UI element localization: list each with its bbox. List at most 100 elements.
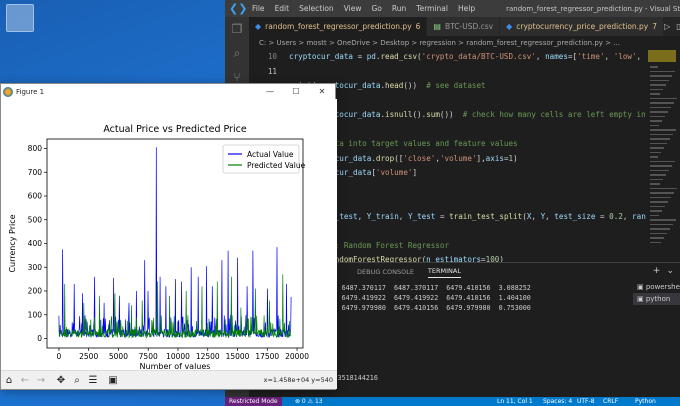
minimap-line — [650, 201, 668, 203]
language-mode[interactable]: Python — [635, 397, 656, 406]
indentation[interactable]: Spaces: 4 — [543, 397, 572, 406]
menu-item-run[interactable]: Run — [392, 4, 406, 13]
tab-random-forest[interactable]: ◆ random_forest_regressor_prediction.py … — [249, 17, 428, 36]
x-tick-label: 0 — [57, 352, 62, 361]
minimap-line — [650, 241, 661, 243]
menu-item-selection[interactable]: Selection — [299, 4, 334, 13]
restricted-mode-badge[interactable]: Restricted Mode — [225, 397, 282, 406]
minimap-line — [650, 205, 665, 207]
x-axis-label: Number of values — [140, 362, 211, 370]
tab-terminal[interactable]: TERMINAL — [427, 267, 461, 278]
figure-toolbar: ⌂ ← → ✥ ⌕ ☰ ▣ x=1.458e+04 y=540 — [1, 370, 337, 389]
y-tick-label: 100 — [28, 310, 43, 319]
recycle-bin-icon[interactable] — [6, 4, 34, 32]
forward-icon[interactable]: → — [33, 372, 49, 388]
x-tick-label: 7500 — [139, 352, 158, 361]
menu-item-go[interactable]: Go — [371, 4, 381, 13]
python-file-icon: ◆ — [506, 22, 513, 31]
minimize-icon[interactable]: — — [257, 87, 283, 96]
y-tick-label: 400 — [28, 239, 43, 248]
code-text: cryptocur_data = pd.read_csv('crypto_dat… — [289, 52, 668, 61]
minimap-line — [650, 196, 671, 198]
tab-crypto-prediction[interactable]: ◆ cryptocurrency_price_prediction.py 7 — [500, 17, 665, 36]
chevron-down-icon[interactable]: ⌄ — [666, 266, 674, 276]
minimap-line — [650, 88, 663, 90]
code-line[interactable]: 11 — [249, 65, 668, 80]
terminal-item-python[interactable]: ▣ python — [633, 293, 680, 305]
minimap-line — [650, 214, 659, 216]
legend-label: Predicted Value — [247, 161, 306, 170]
minimap-line — [650, 223, 673, 225]
y-tick-label: 0 — [37, 334, 42, 343]
y-tick-label: 200 — [28, 287, 43, 296]
minimap-line — [650, 66, 658, 68]
line-endings[interactable]: CRLF — [603, 397, 618, 406]
menu-item-edit[interactable]: Edit — [275, 4, 290, 13]
cursor-position[interactable]: Ln 11, Col 1 — [497, 397, 533, 406]
y-tick-label: 700 — [28, 168, 43, 177]
problems-indicator[interactable]: ⊗ 0 ⚠ 13 — [295, 397, 323, 406]
search-icon[interactable]: ⌕ — [225, 41, 249, 65]
breadcrumb[interactable]: C: > Users > mostt > OneDrive > Desktop … — [249, 36, 680, 50]
csv-file-icon: ▤ — [433, 22, 441, 31]
home-icon[interactable]: ⌂ — [1, 372, 17, 388]
matplotlib-logo-icon — [3, 86, 13, 97]
y-tick-label: 300 — [28, 263, 43, 272]
terminal-item-powershell[interactable]: ▣ powershe — [633, 281, 680, 293]
tab-debug-console[interactable]: DEBUG CONSOLE — [357, 268, 414, 276]
figure-titlebar: Figure 1 — ☐ ✕ — [1, 84, 335, 99]
chart-canvas[interactable]: 0 2500 5000 7500 10000 12500 15000 17500 20000 0 1… — [1, 99, 337, 370]
x-tick-label: 15000 — [226, 352, 250, 361]
minimap-line — [650, 187, 677, 189]
encoding[interactable]: UTF-8 — [577, 397, 595, 406]
tab-btc-csv[interactable]: ▤ BTC-USD.csv — [427, 17, 501, 36]
minimap-line — [650, 133, 673, 135]
terminal-icon: ▣ — [637, 295, 646, 303]
maximize-icon[interactable]: ☐ — [283, 87, 309, 96]
save-icon[interactable]: ▣ — [105, 372, 121, 388]
minimap-line — [650, 124, 659, 126]
minimap-line — [650, 192, 674, 194]
panel-actions: + ⌄ — [653, 266, 674, 276]
vscode-logo-icon: ❮❯ — [229, 1, 248, 15]
minimap-line — [650, 178, 663, 180]
cursor-coordinates: x=1.458e+04 y=540 — [263, 376, 333, 384]
minimap-line — [650, 160, 675, 162]
line-number: 10 — [267, 52, 277, 61]
minimap-line — [650, 174, 666, 176]
close-icon[interactable]: ✕ — [309, 87, 335, 96]
zoom-icon[interactable]: ⌕ — [69, 372, 85, 388]
minimap-line — [650, 142, 667, 144]
minimap-line — [650, 169, 669, 171]
split-editor-icon[interactable]: ◫ — [676, 22, 680, 31]
terminal-item-label: powershe — [645, 283, 680, 291]
minimap-line — [650, 120, 662, 122]
menu-item-terminal[interactable]: Terminal — [416, 4, 448, 13]
new-terminal-icon[interactable]: + — [653, 266, 661, 276]
terminal-icon: ▣ — [637, 283, 646, 291]
terminal-item-label: python — [645, 295, 671, 303]
menu-item-file[interactable]: File — [252, 4, 265, 13]
tab-label: random_forest_regressor_prediction.py — [265, 22, 412, 31]
y-tick-label: 500 — [28, 215, 43, 224]
tab-badge: 6 — [415, 22, 421, 31]
vscode-window-title: random_forest_regressor_prediction.py - … — [506, 4, 680, 13]
menu-item-help[interactable]: Help — [458, 4, 475, 13]
run-icon[interactable]: ▷ — [664, 22, 670, 31]
minimap-line — [650, 165, 672, 167]
minimap-line — [650, 151, 661, 153]
minimap[interactable] — [646, 50, 680, 262]
x-tick-label: 17500 — [255, 352, 279, 361]
menu-item-view[interactable]: View — [344, 4, 362, 13]
x-tick-label: 10000 — [166, 352, 190, 361]
line-number: 11 — [267, 66, 277, 76]
pan-icon[interactable]: ✥ — [53, 372, 69, 388]
minimap-line — [650, 183, 660, 185]
tab-label: cryptocurrency_price_prediction.py — [516, 22, 649, 31]
explorer-icon[interactable]: ❐ — [225, 17, 249, 41]
minimap-line — [650, 232, 667, 234]
code-line[interactable]: 10 cryptocur_data = pd.read_csv('crypto_d… — [249, 50, 668, 65]
terminal-list: ▣ powershe ▣ python — [633, 281, 680, 305]
configure-subplots-icon[interactable]: ☰ — [85, 372, 101, 388]
back-icon[interactable]: ← — [17, 372, 33, 388]
